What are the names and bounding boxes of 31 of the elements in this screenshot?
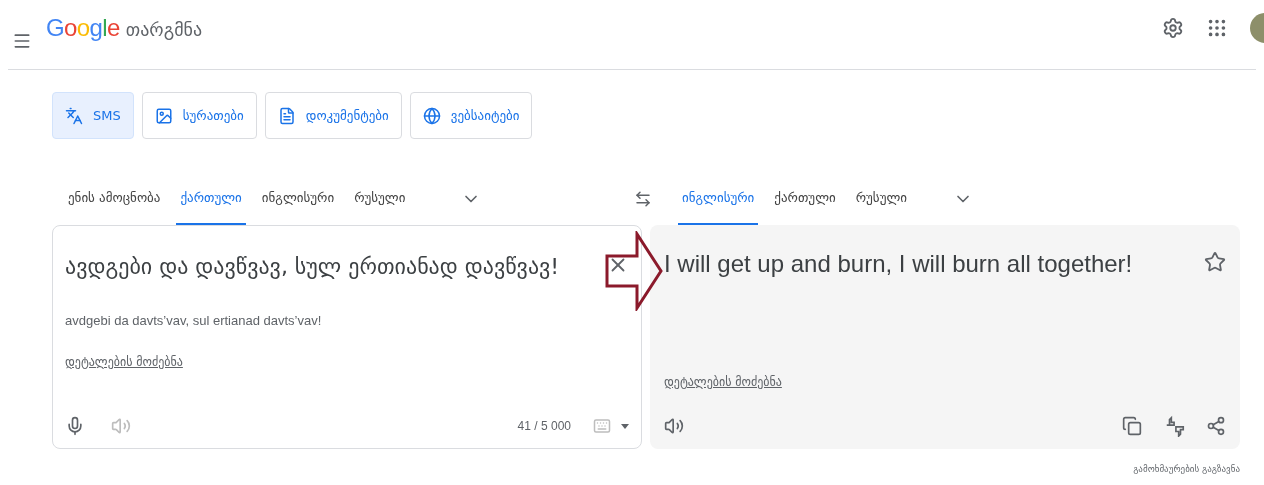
mode-button[interactable]: ვებსაიტები (409, 92, 533, 139)
language-tab[interactable]: ენის ამოცნობა (64, 173, 165, 225)
send-feedback-link[interactable]: გამოხმაურების გაგზავნა (1133, 463, 1240, 477)
language-tab[interactable]: რუსული (851, 173, 911, 225)
translate-icon (65, 106, 83, 125)
settings-icon[interactable] (1162, 16, 1184, 39)
product-name: თარგმნა (125, 17, 203, 42)
copy-icon[interactable] (1122, 416, 1142, 436)
speaker-icon[interactable] (664, 416, 684, 436)
language-tab[interactable]: ინგლისური (257, 173, 339, 225)
language-tab[interactable]: რუსული (350, 173, 410, 225)
mode-button[interactable]: SMS (52, 92, 134, 139)
image-icon (154, 106, 173, 125)
details-link[interactable]: დეტალების მოძებნა (664, 373, 782, 391)
microphone-icon[interactable] (65, 416, 85, 436)
mode-button[interactable]: სურათები (141, 92, 257, 139)
language-tab[interactable]: ქართული (770, 173, 840, 225)
dropdown-caret-icon[interactable] (621, 423, 629, 429)
star-icon[interactable] (1204, 251, 1226, 273)
document-icon (277, 106, 296, 125)
transliteration: avdgebi da davts’vav, sul ertianad davts’vav! (65, 312, 323, 330)
source-text: ავდგები და დავწვავ, სულ ერთიანად დავწვავ! (65, 253, 561, 281)
share-icon[interactable] (1206, 416, 1226, 436)
mode-button[interactable]: დოკუმენტები (264, 92, 402, 139)
globe-icon (422, 106, 441, 125)
logo: Google (46, 12, 120, 43)
thumbs-up-down-icon[interactable] (1164, 415, 1186, 437)
translation-text: I will get up and burn, I will burn all together! (664, 249, 1134, 279)
character-count: 41 / 5 000 (517, 418, 571, 435)
swap-languages-icon[interactable] (634, 190, 652, 208)
details-link[interactable]: დეტალების მოძებნა (65, 352, 183, 371)
